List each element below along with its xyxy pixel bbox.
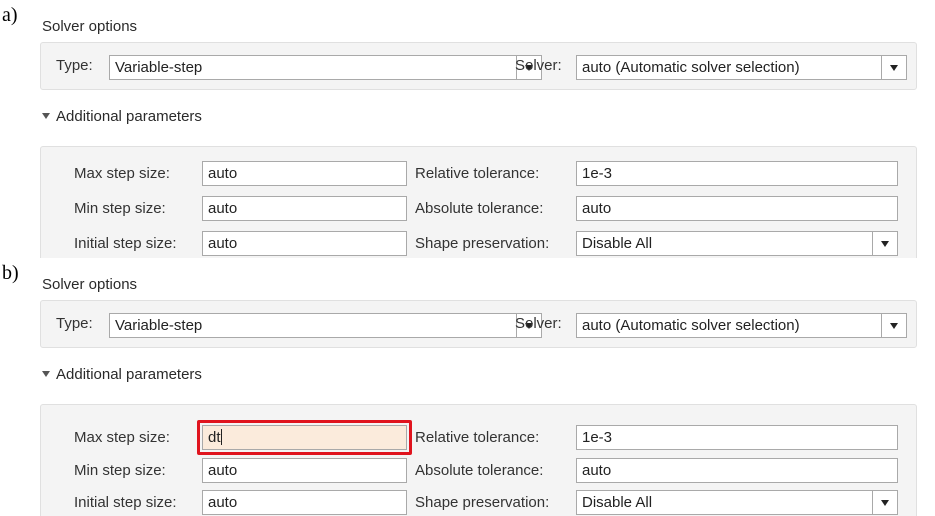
solver-dropdown[interactable]: auto (Automatic solver selection) xyxy=(576,55,907,80)
highlight-box xyxy=(197,420,412,455)
additional-parameters-title: Additional parameters xyxy=(56,366,202,383)
type-value: Variable-step xyxy=(115,317,203,334)
solver-options-title: Solver options xyxy=(42,18,138,35)
type-value: Variable-step xyxy=(115,59,203,76)
solver-options-group: Type: Variable-step Solver: auto (Automa… xyxy=(40,42,917,90)
solver-dropdown-button[interactable] xyxy=(881,314,906,337)
shape-preservation-label: Shape preservation: xyxy=(415,494,550,511)
chevron-down-icon xyxy=(881,500,889,506)
chevron-down-icon xyxy=(890,65,898,71)
absolute-tolerance-input[interactable]: auto xyxy=(576,196,898,221)
type-dropdown[interactable]: Variable-step xyxy=(109,55,542,80)
solver-label: Solver: xyxy=(515,57,562,74)
additional-parameters-title: Additional parameters xyxy=(56,108,202,125)
shape-preservation-dropdown[interactable]: Disable All xyxy=(576,231,898,256)
type-dropdown[interactable]: Variable-step xyxy=(109,313,542,338)
shape-preservation-label: Shape preservation: xyxy=(415,235,550,252)
max-step-label: Max step size: xyxy=(74,429,170,446)
figure-label: a) xyxy=(2,4,18,26)
max-step-input[interactable]: auto xyxy=(202,161,407,186)
shape-preservation-value: Disable All xyxy=(582,235,653,252)
triangle-down-icon xyxy=(42,113,50,119)
type-label: Type: xyxy=(56,57,93,74)
shape-preservation-dropdown-button[interactable] xyxy=(872,491,897,514)
max-step-label: Max step size: xyxy=(74,165,170,182)
relative-tolerance-label: Relative tolerance: xyxy=(415,165,540,182)
chevron-down-icon xyxy=(890,323,898,329)
solver-value: auto (Automatic solver selection) xyxy=(582,317,800,334)
solver-label: Solver: xyxy=(515,315,562,332)
relative-tolerance-input[interactable]: 1e-3 xyxy=(576,425,898,450)
initial-step-input[interactable]: auto xyxy=(202,490,407,515)
panel-b: b) Solver options Type: Variable-step So… xyxy=(0,258,935,516)
additional-parameters-group: Max step size: dt Min step size: auto In… xyxy=(40,404,917,516)
initial-step-label: Initial step size: xyxy=(74,494,177,511)
shape-preservation-value: Disable All xyxy=(582,494,653,511)
min-step-input[interactable]: auto xyxy=(202,196,407,221)
shape-preservation-dropdown[interactable]: Disable All xyxy=(576,490,898,515)
absolute-tolerance-input[interactable]: auto xyxy=(576,458,898,483)
absolute-tolerance-label: Absolute tolerance: xyxy=(415,200,544,217)
solver-dropdown-button[interactable] xyxy=(881,56,906,79)
relative-tolerance-input[interactable]: 1e-3 xyxy=(576,161,898,186)
initial-step-label: Initial step size: xyxy=(74,235,177,252)
solver-dropdown[interactable]: auto (Automatic solver selection) xyxy=(576,313,907,338)
additional-parameters-toggle[interactable]: Additional parameters xyxy=(42,108,202,125)
figure-label: b) xyxy=(2,262,19,284)
additional-parameters-toggle[interactable]: Additional parameters xyxy=(42,366,202,383)
solver-options-group: Type: Variable-step Solver: auto (Automa… xyxy=(40,300,917,348)
additional-parameters-group: Max step size: auto Min step size: auto … xyxy=(40,146,917,258)
absolute-tolerance-label: Absolute tolerance: xyxy=(415,462,544,479)
min-step-label: Min step size: xyxy=(74,200,166,217)
chevron-down-icon xyxy=(881,241,889,247)
min-step-label: Min step size: xyxy=(74,462,166,479)
solver-value: auto (Automatic solver selection) xyxy=(582,59,800,76)
initial-step-input[interactable]: auto xyxy=(202,231,407,256)
panel-a: a) Solver options Type: Variable-step So… xyxy=(0,0,935,258)
shape-preservation-dropdown-button[interactable] xyxy=(872,232,897,255)
triangle-down-icon xyxy=(42,371,50,377)
relative-tolerance-label: Relative tolerance: xyxy=(415,429,540,446)
type-label: Type: xyxy=(56,315,93,332)
solver-options-title: Solver options xyxy=(42,276,138,293)
min-step-input[interactable]: auto xyxy=(202,458,407,483)
